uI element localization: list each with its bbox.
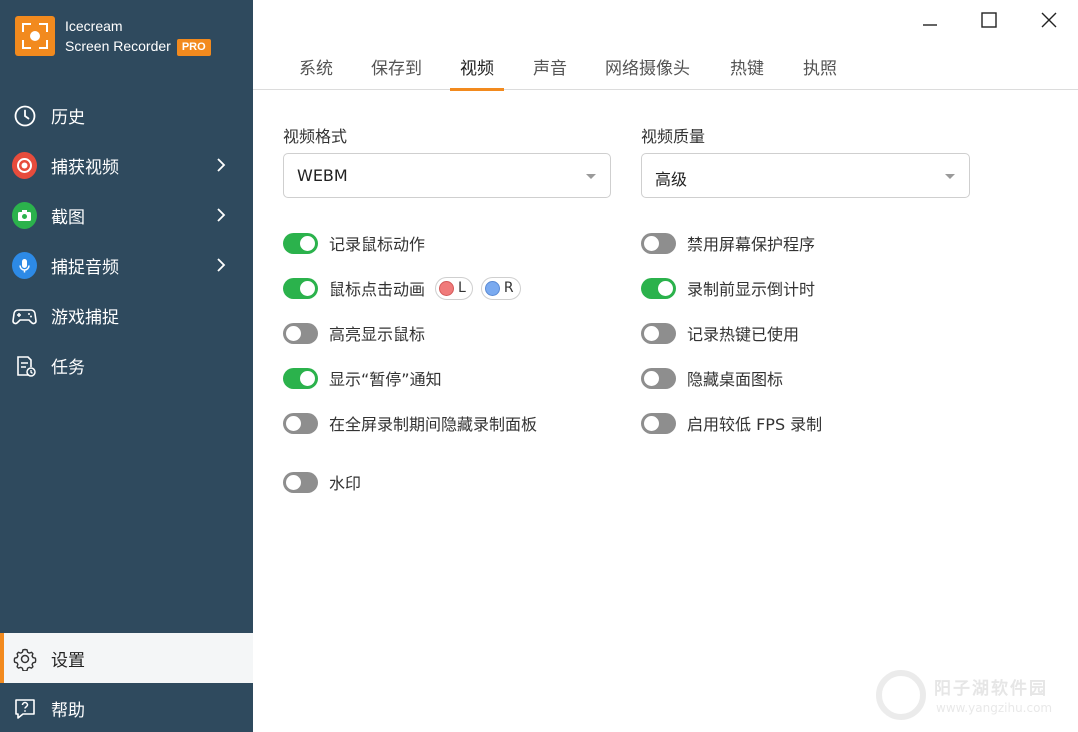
clock-icon	[12, 103, 37, 128]
option-label: 录制前显示倒计时	[687, 280, 816, 299]
sidebar-item-screenshot[interactable]: 截图	[0, 190, 253, 240]
tab-system[interactable]: 系统	[299, 54, 333, 90]
option-label: 隐藏桌面图标	[687, 370, 784, 389]
option-pause-notification: 显示“暂停”通知	[283, 365, 442, 391]
video-quality-select[interactable]: 高级	[641, 153, 970, 198]
minimize-button[interactable]	[918, 8, 942, 32]
sidebar-item-tasks[interactable]: 任务	[0, 340, 253, 390]
sidebar-item-capture-audio[interactable]: 捕捉音频	[0, 240, 253, 290]
option-label: 鼠标点击动画	[329, 280, 426, 299]
dropdown-arrow-icon	[945, 174, 955, 179]
sidebar: Icecream Screen Recorder PRO 历史 捕获视频 截图	[0, 0, 253, 732]
video-quality-label: 视频质量	[641, 127, 706, 146]
option-label: 记录鼠标动作	[329, 235, 426, 254]
close-button[interactable]	[1037, 8, 1061, 32]
video-quality-value: 高级	[655, 170, 688, 189]
option-label: 水印	[329, 474, 362, 493]
sidebar-item-history[interactable]: 历史	[0, 90, 253, 140]
sidebar-item-label: 帮助	[51, 700, 85, 721]
maximize-button[interactable]	[977, 8, 1001, 32]
option-label: 启用较低 FPS 录制	[687, 415, 823, 434]
sidebar-item-label: 捕获视频	[51, 157, 119, 178]
sidebar-item-settings[interactable]: 设置	[0, 633, 253, 683]
toggle-low-fps[interactable]	[641, 412, 676, 434]
watermark-text: 阳子湖软件园	[934, 679, 1048, 699]
sidebar-item-game-capture[interactable]: 游戏捕捉	[0, 290, 253, 340]
toggle-record-mouse[interactable]	[283, 232, 318, 254]
active-indicator	[0, 633, 4, 683]
toggle-record-hotkeys[interactable]	[641, 322, 676, 344]
toggle-click-animation[interactable]	[283, 277, 318, 299]
toggle-watermark[interactable]	[283, 471, 318, 493]
chevron-right-icon	[217, 208, 226, 222]
right-click-label: R	[503, 280, 514, 296]
tab-save-to[interactable]: 保存到	[371, 54, 422, 90]
option-hide-panel-fullscreen: 在全屏录制期间隐藏录制面板	[283, 410, 537, 436]
record-icon	[12, 152, 37, 179]
toggle-countdown[interactable]	[641, 277, 676, 299]
option-disable-screensaver: 禁用屏幕保护程序	[641, 230, 815, 256]
left-click-color-swatch	[439, 280, 455, 296]
watermark-url: www.yangzihu.com	[936, 701, 1053, 715]
chevron-right-icon	[217, 158, 226, 172]
site-watermark: 阳子湖软件园 www.yangzihu.com	[876, 670, 1076, 726]
tab-license[interactable]: 执照	[803, 54, 837, 90]
sidebar-item-capture-video[interactable]: 捕获视频	[0, 140, 253, 190]
microphone-icon	[12, 252, 37, 279]
option-label: 高亮显示鼠标	[329, 325, 426, 344]
sidebar-item-help[interactable]: 帮助	[0, 683, 253, 732]
video-format-label: 视频格式	[283, 127, 348, 146]
app-name: Icecream Screen Recorder PRO	[65, 16, 211, 56]
right-click-color-swatch	[484, 280, 500, 296]
close-icon	[1041, 12, 1057, 28]
chevron-right-icon	[217, 258, 226, 272]
tab-video[interactable]: 视频	[450, 54, 504, 91]
left-click-label: L	[458, 280, 466, 296]
option-countdown: 录制前显示倒计时	[641, 275, 815, 301]
toggle-disable-screensaver[interactable]	[641, 232, 676, 254]
video-format-select[interactable]: WEBM	[283, 153, 611, 198]
dropdown-arrow-icon	[586, 174, 596, 179]
task-icon	[12, 353, 37, 378]
gamepad-icon	[12, 303, 37, 328]
right-click-color-button[interactable]: R	[480, 276, 521, 300]
app-name-line2: Screen Recorder	[65, 38, 171, 54]
option-label: 在全屏录制期间隐藏录制面板	[329, 415, 538, 434]
toggle-pause-notification[interactable]	[283, 367, 318, 389]
pro-badge: PRO	[176, 39, 211, 56]
option-low-fps: 启用较低 FPS 录制	[641, 410, 822, 436]
toggle-highlight-mouse[interactable]	[283, 322, 318, 344]
tab-hotkeys[interactable]: 热键	[730, 54, 764, 90]
app-name-line1: Icecream	[65, 18, 123, 34]
option-label: 记录热键已使用	[687, 325, 800, 344]
tab-sound[interactable]: 声音	[533, 54, 567, 90]
sidebar-item-label: 游戏捕捉	[51, 307, 119, 328]
toggle-hide-desktop-icons[interactable]	[641, 367, 676, 389]
sidebar-item-label: 捕捉音频	[51, 257, 119, 278]
camera-icon	[12, 202, 37, 229]
app-logo	[15, 16, 55, 56]
sidebar-item-label: 历史	[51, 107, 85, 128]
sidebar-item-label: 任务	[51, 357, 85, 378]
option-record-mouse: 记录鼠标动作	[283, 230, 425, 256]
watermark-logo-icon	[876, 670, 926, 720]
minimize-icon	[923, 24, 937, 26]
video-format-value: WEBM	[297, 166, 348, 185]
option-click-animation: 鼠标点击动画 L R	[283, 275, 521, 301]
tab-webcam[interactable]: 网络摄像头	[605, 54, 690, 90]
option-watermark: 水印	[283, 469, 361, 495]
toggle-hide-panel-fullscreen[interactable]	[283, 412, 318, 434]
option-label: 禁用屏幕保护程序	[687, 235, 816, 254]
option-hide-desktop-icons: 隐藏桌面图标	[641, 365, 783, 391]
settings-tabs: 系统 保存到 视频 声音 网络摄像头 热键 执照	[253, 50, 1078, 91]
left-click-color-button[interactable]: L	[435, 276, 473, 300]
option-label: 显示“暂停”通知	[329, 370, 442, 389]
sidebar-item-label: 设置	[51, 650, 85, 671]
option-record-hotkeys: 记录热键已使用	[641, 320, 799, 346]
gear-icon	[12, 646, 37, 671]
sidebar-item-label: 截图	[51, 207, 85, 228]
option-highlight-mouse: 高亮显示鼠标	[283, 320, 425, 346]
maximize-icon	[981, 12, 997, 28]
help-icon	[12, 696, 37, 721]
